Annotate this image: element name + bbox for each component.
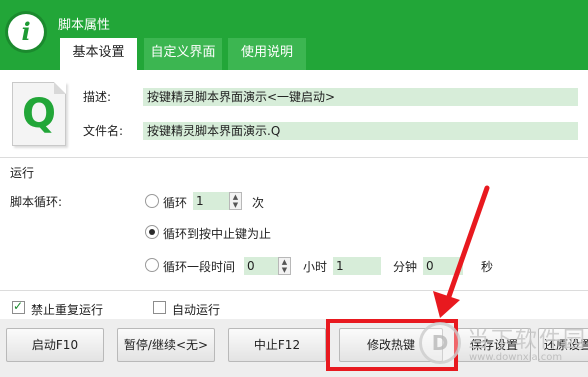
watermark: D 当下软件园 www.downxia.com bbox=[413, 318, 588, 372]
watermark-logo-icon: D bbox=[419, 322, 461, 364]
watermark-url: www.downxia.com bbox=[469, 352, 563, 363]
watermark-text: 当下软件园 bbox=[467, 328, 588, 353]
